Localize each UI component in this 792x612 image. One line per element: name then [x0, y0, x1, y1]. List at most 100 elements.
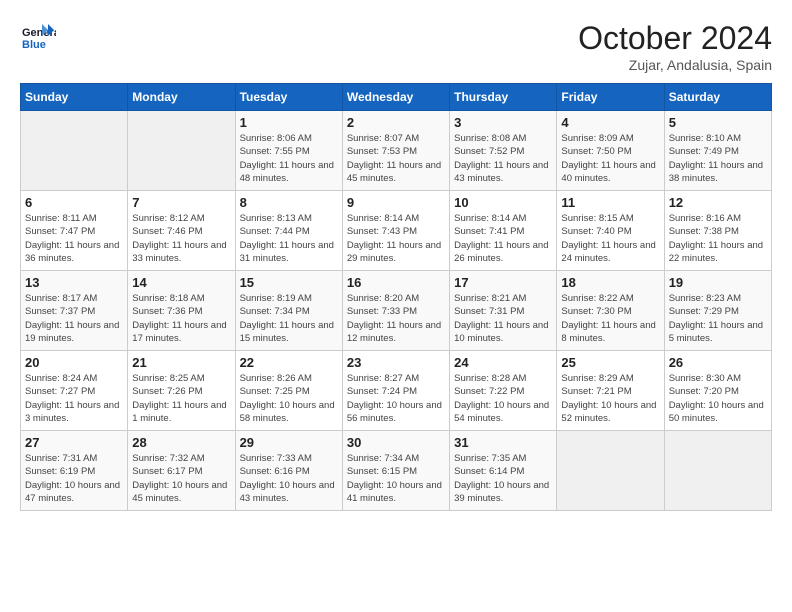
day-number: 26 — [669, 355, 767, 370]
day-info: Sunrise: 8:14 AM Sunset: 7:41 PM Dayligh… — [454, 212, 552, 265]
calendar-cell: 17Sunrise: 8:21 AM Sunset: 7:31 PM Dayli… — [450, 271, 557, 351]
calendar-cell — [21, 111, 128, 191]
calendar-cell: 29 Sunrise: 7:33 AM Sunset: 6:16 PM Dayli… — [235, 431, 342, 511]
day-info: Sunrise: 8:20 AM Sunset: 7:33 PM Dayligh… — [347, 292, 445, 345]
day-number: 11 — [561, 195, 659, 210]
day-info: Sunrise: 8:11 AM Sunset: 7:47 PM Dayligh… — [25, 212, 123, 265]
calendar-cell — [557, 431, 664, 511]
calendar-cell: 6 Sunrise: 8:11 AM Sunset: 7:47 PM Daylig… — [21, 191, 128, 271]
day-info: Sunrise: 8:18 AM Sunset: 7:36 PM Dayligh… — [132, 292, 230, 345]
header-day-saturday: Saturday — [664, 84, 771, 111]
day-number: 4 — [561, 115, 659, 130]
calendar-cell: 26 Sunrise: 8:30 AM Sunset: 7:20 PM Dayli… — [664, 351, 771, 431]
day-info: Sunrise: 8:26 AM Sunset: 7:25 PM Dayligh… — [240, 372, 338, 425]
calendar-table: SundayMondayTuesdayWednesdayThursdayFrid… — [20, 83, 772, 511]
calendar-cell: 7 Sunrise: 8:12 AM Sunset: 7:46 PM Daylig… — [128, 191, 235, 271]
header-day-wednesday: Wednesday — [342, 84, 449, 111]
day-info: Sunrise: 8:25 AM Sunset: 7:26 PM Dayligh… — [132, 372, 230, 425]
calendar-cell: 10 Sunrise: 8:14 AM Sunset: 7:41 PM Dayli… — [450, 191, 557, 271]
day-number: 15 — [240, 275, 338, 290]
calendar-cell: 12 Sunrise: 8:16 AM Sunset: 7:38 PM Dayli… — [664, 191, 771, 271]
day-number: 22 — [240, 355, 338, 370]
calendar-cell: 31 Sunrise: 7:35 AM Sunset: 6:14 PM Dayli… — [450, 431, 557, 511]
calendar-cell — [664, 431, 771, 511]
day-number: 18 — [561, 275, 659, 290]
day-info: Sunrise: 8:19 AM Sunset: 7:34 PM Dayligh… — [240, 292, 338, 345]
day-number: 6 — [25, 195, 123, 210]
header-day-monday: Monday — [128, 84, 235, 111]
logo: General Blue — [20, 20, 56, 56]
calendar-cell: 20 Sunrise: 8:24 AM Sunset: 7:27 PM Dayli… — [21, 351, 128, 431]
day-number: 27 — [25, 435, 123, 450]
day-number: 13 — [25, 275, 123, 290]
header-day-friday: Friday — [557, 84, 664, 111]
day-number: 10 — [454, 195, 552, 210]
week-row-2: 6 Sunrise: 8:11 AM Sunset: 7:47 PM Daylig… — [21, 191, 772, 271]
calendar-cell: 16 Sunrise: 8:20 AM Sunset: 7:33 PM Dayli… — [342, 271, 449, 351]
day-info: Sunrise: 7:34 AM Sunset: 6:15 PM Dayligh… — [347, 452, 445, 505]
calendar-cell: 14 Sunrise: 8:18 AM Sunset: 7:36 PM Dayli… — [128, 271, 235, 351]
day-info: Sunrise: 8:06 AM Sunset: 7:55 PM Dayligh… — [240, 132, 338, 185]
day-number: 23 — [347, 355, 445, 370]
calendar-cell: 22 Sunrise: 8:26 AM Sunset: 7:25 PM Dayli… — [235, 351, 342, 431]
header-day-thursday: Thursday — [450, 84, 557, 111]
day-number: 29 — [240, 435, 338, 450]
calendar-cell: 2 Sunrise: 8:07 AM Sunset: 7:53 PM Daylig… — [342, 111, 449, 191]
calendar-cell — [128, 111, 235, 191]
day-number: 3 — [454, 115, 552, 130]
week-row-5: 27 Sunrise: 7:31 AM Sunset: 6:19 PM Dayli… — [21, 431, 772, 511]
day-info: Sunrise: 8:22 AM Sunset: 7:30 PM Dayligh… — [561, 292, 659, 345]
logo-icon: General Blue — [20, 20, 56, 56]
day-info: Sunrise: 7:33 AM Sunset: 6:16 PM Dayligh… — [240, 452, 338, 505]
day-info: Sunrise: 8:16 AM Sunset: 7:38 PM Dayligh… — [669, 212, 767, 265]
day-number: 25 — [561, 355, 659, 370]
day-number: 24 — [454, 355, 552, 370]
day-info: Sunrise: 8:30 AM Sunset: 7:20 PM Dayligh… — [669, 372, 767, 425]
day-info: Sunrise: 8:12 AM Sunset: 7:46 PM Dayligh… — [132, 212, 230, 265]
day-number: 21 — [132, 355, 230, 370]
day-info: Sunrise: 8:29 AM Sunset: 7:21 PM Dayligh… — [561, 372, 659, 425]
calendar-cell: 21 Sunrise: 8:25 AM Sunset: 7:26 PM Dayli… — [128, 351, 235, 431]
day-info: Sunrise: 8:15 AM Sunset: 7:40 PM Dayligh… — [561, 212, 659, 265]
calendar-cell: 11 Sunrise: 8:15 AM Sunset: 7:40 PM Dayli… — [557, 191, 664, 271]
day-number: 14 — [132, 275, 230, 290]
day-number: 31 — [454, 435, 552, 450]
calendar-cell: 19Sunrise: 8:23 AM Sunset: 7:29 PM Dayli… — [664, 271, 771, 351]
day-info: Sunrise: 8:07 AM Sunset: 7:53 PM Dayligh… — [347, 132, 445, 185]
location-subtitle: Zujar, Andalusia, Spain — [578, 57, 772, 73]
week-row-1: 1 Sunrise: 8:06 AM Sunset: 7:55 PM Daylig… — [21, 111, 772, 191]
calendar-cell: 27 Sunrise: 7:31 AM Sunset: 6:19 PM Dayli… — [21, 431, 128, 511]
calendar-cell: 18 Sunrise: 8:22 AM Sunset: 7:30 PM Dayli… — [557, 271, 664, 351]
day-info: Sunrise: 8:10 AM Sunset: 7:49 PM Dayligh… — [669, 132, 767, 185]
day-number: 2 — [347, 115, 445, 130]
day-info: Sunrise: 7:35 AM Sunset: 6:14 PM Dayligh… — [454, 452, 552, 505]
day-info: Sunrise: 7:32 AM Sunset: 6:17 PM Dayligh… — [132, 452, 230, 505]
day-info: Sunrise: 7:31 AM Sunset: 6:19 PM Dayligh… — [25, 452, 123, 505]
calendar-cell: 28Sunrise: 7:32 AM Sunset: 6:17 PM Dayli… — [128, 431, 235, 511]
day-number: 5 — [669, 115, 767, 130]
day-info: Sunrise: 8:17 AM Sunset: 7:37 PM Dayligh… — [25, 292, 123, 345]
calendar-cell: 8Sunrise: 8:13 AM Sunset: 7:44 PM Daylig… — [235, 191, 342, 271]
calendar-cell: 30 Sunrise: 7:34 AM Sunset: 6:15 PM Dayli… — [342, 431, 449, 511]
day-info: Sunrise: 8:24 AM Sunset: 7:27 PM Dayligh… — [25, 372, 123, 425]
day-info: Sunrise: 8:08 AM Sunset: 7:52 PM Dayligh… — [454, 132, 552, 185]
calendar-cell: 15 Sunrise: 8:19 AM Sunset: 7:34 PM Dayli… — [235, 271, 342, 351]
day-info: Sunrise: 8:14 AM Sunset: 7:43 PM Dayligh… — [347, 212, 445, 265]
calendar-cell: 25 Sunrise: 8:29 AM Sunset: 7:21 PM Dayli… — [557, 351, 664, 431]
day-number: 30 — [347, 435, 445, 450]
calendar-cell: 23 Sunrise: 8:27 AM Sunset: 7:24 PM Dayli… — [342, 351, 449, 431]
day-number: 12 — [669, 195, 767, 210]
calendar-cell: 13 Sunrise: 8:17 AM Sunset: 7:37 PM Dayli… — [21, 271, 128, 351]
svg-text:Blue: Blue — [22, 39, 46, 51]
day-info: Sunrise: 8:21 AM Sunset: 7:31 PM Dayligh… — [454, 292, 552, 345]
day-number: 20 — [25, 355, 123, 370]
day-number: 7 — [132, 195, 230, 210]
month-title: October 2024 — [578, 20, 772, 57]
day-info: Sunrise: 8:27 AM Sunset: 7:24 PM Dayligh… — [347, 372, 445, 425]
calendar-cell: 1 Sunrise: 8:06 AM Sunset: 7:55 PM Daylig… — [235, 111, 342, 191]
day-number: 1 — [240, 115, 338, 130]
calendar-cell: 5 Sunrise: 8:10 AM Sunset: 7:49 PM Daylig… — [664, 111, 771, 191]
title-block: October 2024 Zujar, Andalusia, Spain — [578, 20, 772, 73]
day-number: 16 — [347, 275, 445, 290]
week-row-4: 20 Sunrise: 8:24 AM Sunset: 7:27 PM Dayli… — [21, 351, 772, 431]
